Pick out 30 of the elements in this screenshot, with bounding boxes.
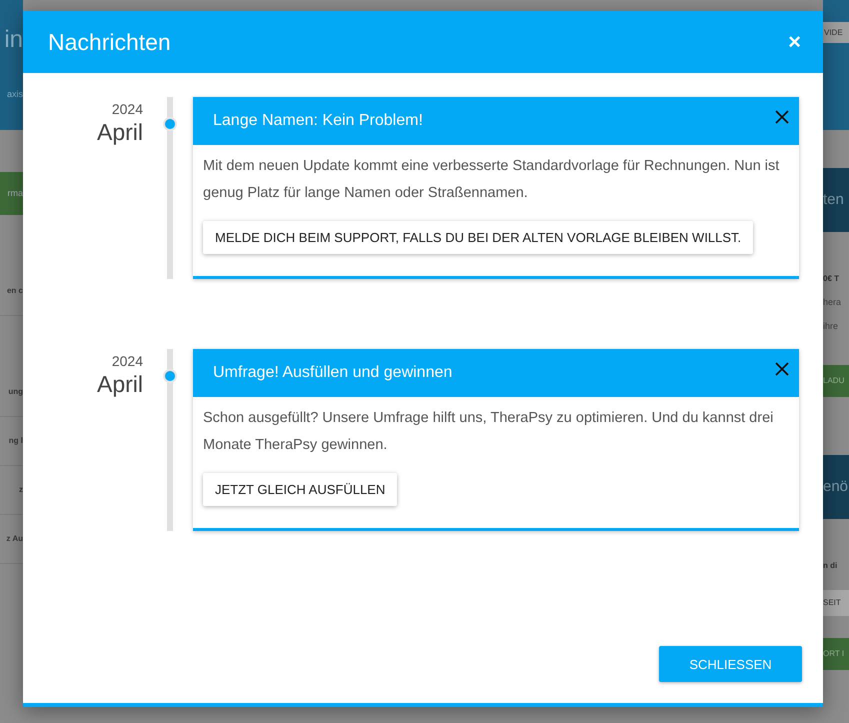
panel-title: ten (823, 168, 849, 232)
close-button[interactable]: × (788, 29, 801, 55)
close-icon[interactable] (775, 110, 789, 124)
date-year: 2024 (112, 101, 143, 117)
header-button[interactable]: VIDE (823, 22, 849, 43)
date-month: April (96, 119, 143, 146)
card-heading: n di (823, 561, 838, 570)
message-text: Schon ausgefüllt? Unsere Umfrage hilft uns, TheraPsy zu optimieren. Und du kannst drei Monate TheraPsy gewinnen. (203, 409, 774, 455)
action-button[interactable]: LADU (823, 365, 849, 397)
card-text: hera (823, 297, 842, 307)
card-text: ihre (823, 321, 838, 331)
card-heading: 0€ T (823, 274, 840, 283)
card-title: Umfrage! Ausfüllen und gewinnen (213, 364, 452, 382)
card-title: Lange Namen: Kein Problem! (213, 112, 423, 130)
timeline-dot (164, 118, 176, 130)
action-button[interactable]: rma (0, 172, 23, 215)
close-icon[interactable] (775, 362, 789, 376)
panel-title: enö (823, 455, 849, 519)
page-title: in (4, 26, 23, 54)
action-button[interactable]: ORT I (823, 638, 849, 670)
dialog-title: Nachrichten (48, 28, 171, 56)
close-button[interactable]: SCHLIESSEN (659, 646, 802, 682)
date-year: 2024 (112, 353, 143, 369)
action-button[interactable]: MELDE DICH BEIM SUPPORT, FALLS DU BEI DER ALTEN VORLAGE BLEIBEN WILLST. (203, 221, 754, 254)
secondary-button[interactable]: SEIT (823, 590, 849, 616)
action-button[interactable]: JETZT GLEICH AUSFÜLLEN (203, 473, 398, 506)
timeline-dot (164, 370, 176, 382)
date-month: April (96, 371, 143, 398)
header-text: axis (6, 89, 23, 99)
message-text: Mit dem neuen Update kommt eine verbesserte Standardvorlage für Rechnungen. Nun ist genug Platz für lange Namen oder Straßennamen. (203, 157, 780, 203)
